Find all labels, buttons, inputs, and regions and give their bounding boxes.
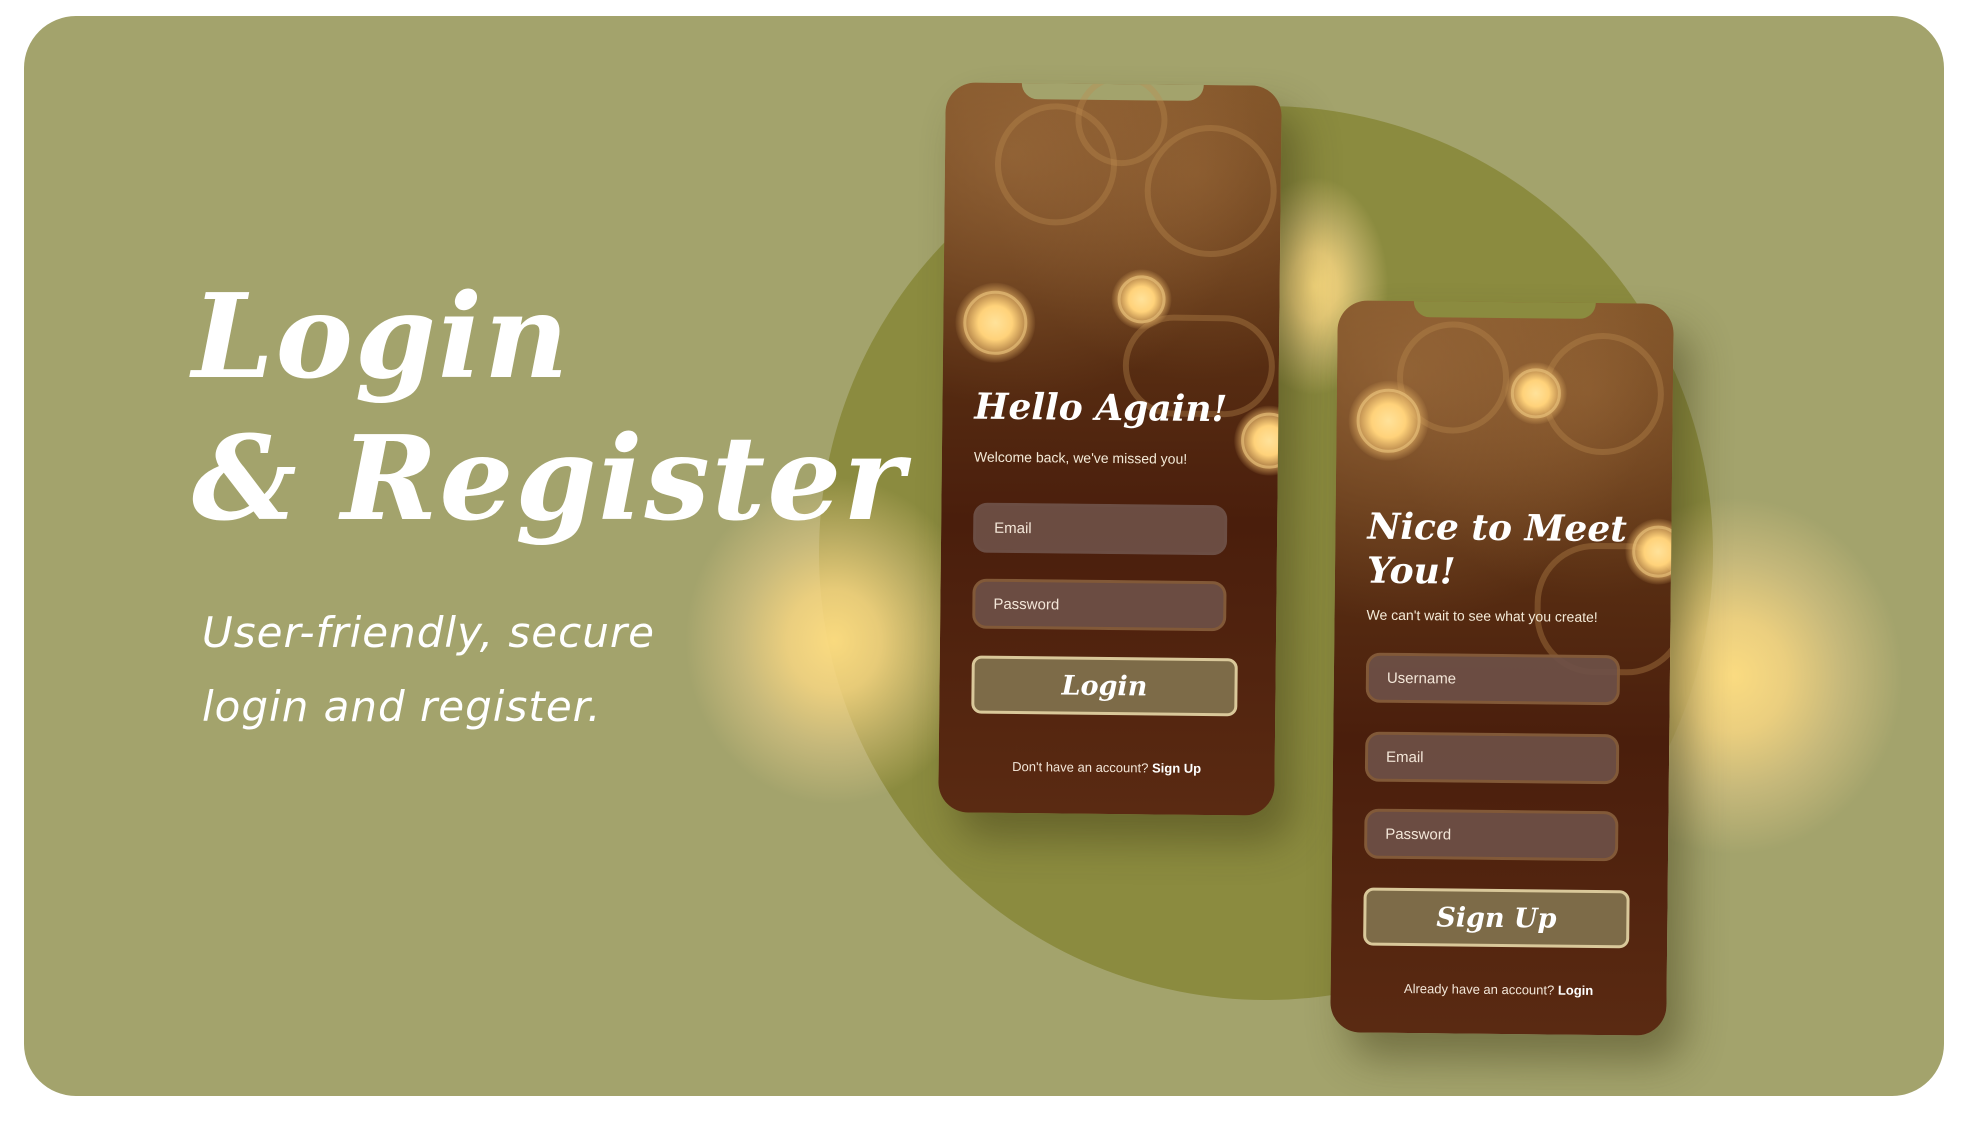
login-subtitle: Welcome back, we've missed you! [973, 448, 1188, 467]
phone-notch [1413, 301, 1596, 319]
sun-decoration [1348, 380, 1429, 462]
login-link[interactable]: Login [1558, 983, 1594, 998]
email-field[interactable]: Email [1364, 731, 1620, 785]
password-field[interactable]: Password [972, 578, 1227, 632]
email-placeholder: Email [1385, 748, 1424, 766]
login-phone-mockup: Hello Again! Welcome back, we've missed … [938, 82, 1282, 816]
sun-decoration [1504, 362, 1568, 425]
login-button[interactable]: Login [971, 655, 1238, 717]
email-field[interactable]: Email [972, 502, 1228, 556]
hero-title: Login & Register [192, 266, 906, 550]
sun-decoration [1233, 405, 1282, 477]
sign-up-button[interactable]: Sign Up [1363, 887, 1630, 949]
register-footer-text: Already have an account? [1403, 980, 1555, 998]
sun-decoration [954, 282, 1036, 364]
hero-title-line-1: Login [192, 269, 571, 405]
password-placeholder: Password [993, 595, 1060, 613]
register-title-line-1: Nice to Meet [1367, 505, 1628, 551]
hero-subtitle: User-friendly, secure login and register… [202, 608, 655, 731]
username-field[interactable]: Username [1365, 652, 1621, 706]
username-placeholder: Username [1386, 669, 1457, 688]
password-placeholder: Password [1385, 825, 1452, 843]
register-title-line-2: You! [1366, 549, 1456, 593]
swirl-decoration [1144, 124, 1278, 258]
sun-decoration [1111, 269, 1172, 330]
email-placeholder: Email [994, 519, 1032, 537]
showcase-card: Login & Register User-friendly, secure l… [24, 16, 1944, 1096]
register-title: Nice to Meet You! [1367, 505, 1627, 596]
register-phone-mockup: Nice to Meet You! We can't wait to see w… [1330, 300, 1674, 1036]
sign-up-link[interactable]: Sign Up [1152, 760, 1201, 776]
login-title: Hello Again! [974, 385, 1228, 431]
password-field[interactable]: Password [1363, 808, 1619, 862]
register-footer: Already have an account? Login [1331, 980, 1667, 999]
register-subtitle: We can't wait to see what you create! [1366, 606, 1598, 625]
hero-title-line-2: & Register [192, 411, 907, 547]
login-footer-text: Don't have an account? [1012, 758, 1149, 776]
login-footer: Don't have an account? Sign Up [939, 758, 1275, 777]
